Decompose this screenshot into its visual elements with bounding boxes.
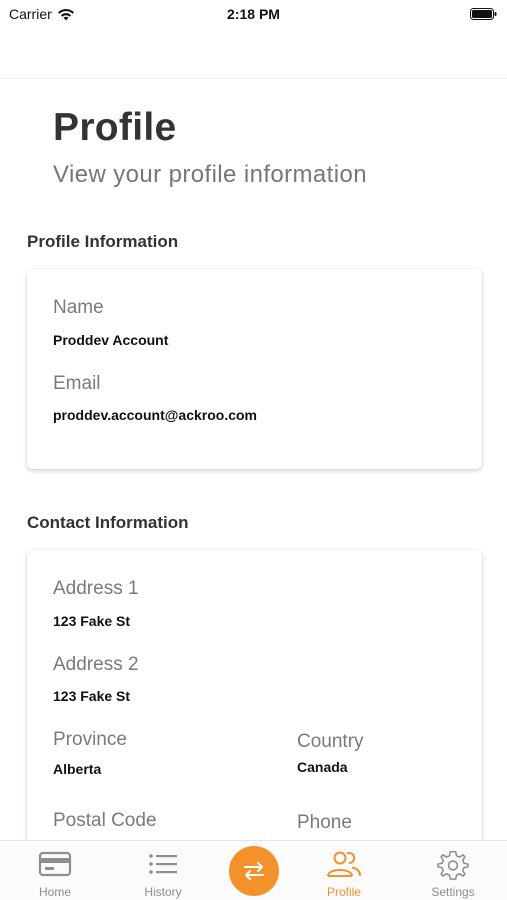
- province-value: Alberta: [53, 761, 102, 777]
- gear-icon: [437, 850, 469, 880]
- tab-settings[interactable]: Settings: [408, 841, 498, 900]
- country-label: Country: [297, 731, 364, 752]
- address2-value: 123 Fake St: [53, 688, 131, 704]
- status-bar: Carrier 2:18 PM: [0, 0, 507, 30]
- country-value: Canada: [297, 759, 348, 775]
- nav-divider: [0, 78, 507, 79]
- contact-card: Address 1 123 Fake St Address 2 123 Fake…: [27, 550, 482, 880]
- name-label: Name: [53, 297, 104, 318]
- users-icon: [327, 851, 361, 877]
- name-value: Proddev Account: [53, 332, 169, 348]
- province-label: Province: [53, 729, 127, 750]
- clock: 2:18 PM: [227, 6, 280, 22]
- address1-label: Address 1: [53, 578, 139, 599]
- battery-icon: [470, 8, 497, 20]
- contact-section-title: Contact Information: [27, 513, 189, 532]
- postal-code-label: Postal Code: [53, 810, 157, 831]
- transfer-button[interactable]: [229, 846, 279, 896]
- profile-section-title: Profile Information: [27, 232, 179, 251]
- card-icon: [38, 851, 72, 877]
- page-title: Profile: [53, 106, 177, 149]
- tab-history[interactable]: History: [118, 841, 208, 900]
- phone-label: Phone: [297, 812, 352, 833]
- address1-value: 123 Fake St: [53, 613, 131, 629]
- swap-arrows-icon: [244, 862, 264, 880]
- tab-profile-label: Profile: [326, 885, 361, 899]
- page-subtitle: View your profile information: [53, 161, 367, 188]
- tab-profile[interactable]: Profile: [299, 841, 389, 900]
- email-value: proddev.account@ackroo.com: [53, 407, 257, 423]
- tab-settings-label: Settings: [431, 885, 475, 899]
- tab-home-label: Home: [38, 885, 71, 899]
- tab-home[interactable]: Home: [10, 841, 100, 900]
- address2-label: Address 2: [53, 654, 139, 675]
- profile-card: Name Proddev Account Email proddev.accou…: [27, 269, 482, 469]
- tab-history-label: History: [144, 885, 182, 899]
- list-icon: [149, 854, 177, 874]
- email-label: Email: [53, 373, 101, 394]
